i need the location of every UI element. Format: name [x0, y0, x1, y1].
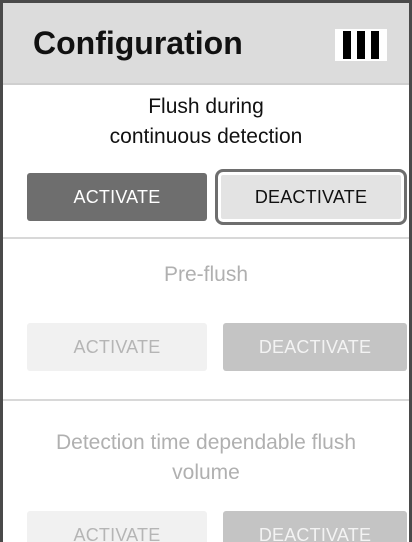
flush-continuous-deactivate-button[interactable]: DEACTIVATE: [215, 169, 407, 225]
menu-bars-icon: [357, 31, 365, 59]
section-detection-time-title-line2: volume: [172, 461, 240, 484]
section-divider: [3, 399, 409, 401]
header-bar: Configuration: [3, 3, 409, 85]
section-flush-continuous-title-line1: Flush during: [148, 95, 264, 118]
detection-time-activate-button[interactable]: ACTIVATE: [27, 511, 207, 542]
pre-flush-deactivate-button[interactable]: DEACTIVATE: [223, 323, 407, 371]
configuration-panel: Configuration Flush during continuous de…: [0, 0, 412, 542]
menu-bars-icon: [371, 31, 379, 59]
section-pre-flush-title: Pre-flush: [163, 263, 249, 286]
menu-button[interactable]: [335, 29, 387, 61]
section-divider: [3, 237, 409, 239]
detection-time-deactivate-button[interactable]: DEACTIVATE: [223, 511, 407, 542]
menu-bars-icon: [343, 31, 351, 59]
flush-continuous-activate-button[interactable]: ACTIVATE: [27, 173, 207, 221]
section-detection-time-title-line1: Detection time dependable flush: [55, 431, 357, 454]
pre-flush-activate-button[interactable]: ACTIVATE: [27, 323, 207, 371]
page-title: Configuration: [33, 25, 243, 61]
section-flush-continuous-title-line2: continuous detection: [109, 125, 303, 148]
